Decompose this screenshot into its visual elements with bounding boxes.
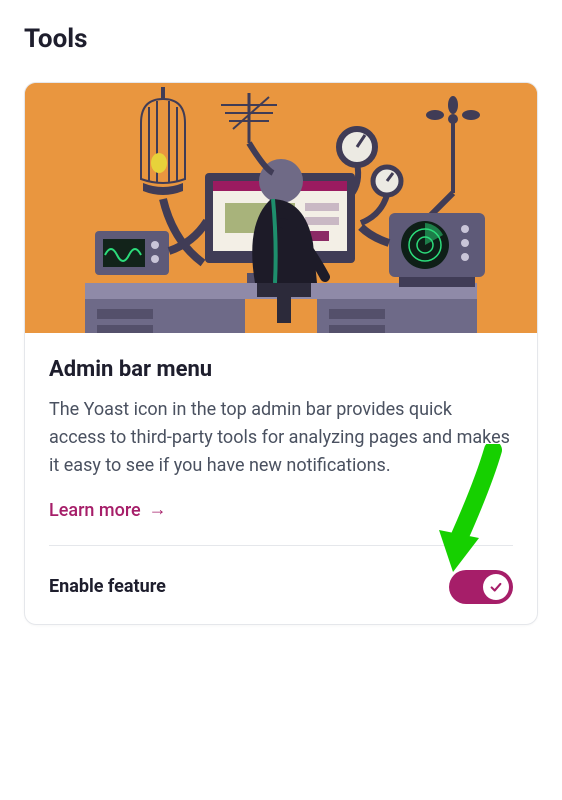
card-body: Admin bar menu The Yoast icon in the top… bbox=[25, 333, 537, 624]
card-heading: Admin bar menu bbox=[49, 357, 513, 382]
card-illustration bbox=[25, 83, 537, 333]
learn-more-link[interactable]: Learn more → bbox=[49, 500, 167, 521]
page-title: Tools bbox=[24, 24, 538, 54]
admin-bar-menu-card: Admin bar menu The Yoast icon in the top… bbox=[24, 82, 538, 625]
enable-feature-row: Enable feature bbox=[49, 570, 513, 604]
check-icon bbox=[489, 580, 503, 594]
arrow-right-icon: → bbox=[149, 501, 167, 519]
learn-more-label: Learn more bbox=[49, 500, 141, 521]
divider bbox=[49, 545, 513, 546]
toggle-knob bbox=[483, 574, 509, 600]
card-description: The Yoast icon in the top admin bar prov… bbox=[49, 396, 513, 480]
enable-feature-toggle[interactable] bbox=[449, 570, 513, 604]
enable-feature-label: Enable feature bbox=[49, 576, 166, 597]
